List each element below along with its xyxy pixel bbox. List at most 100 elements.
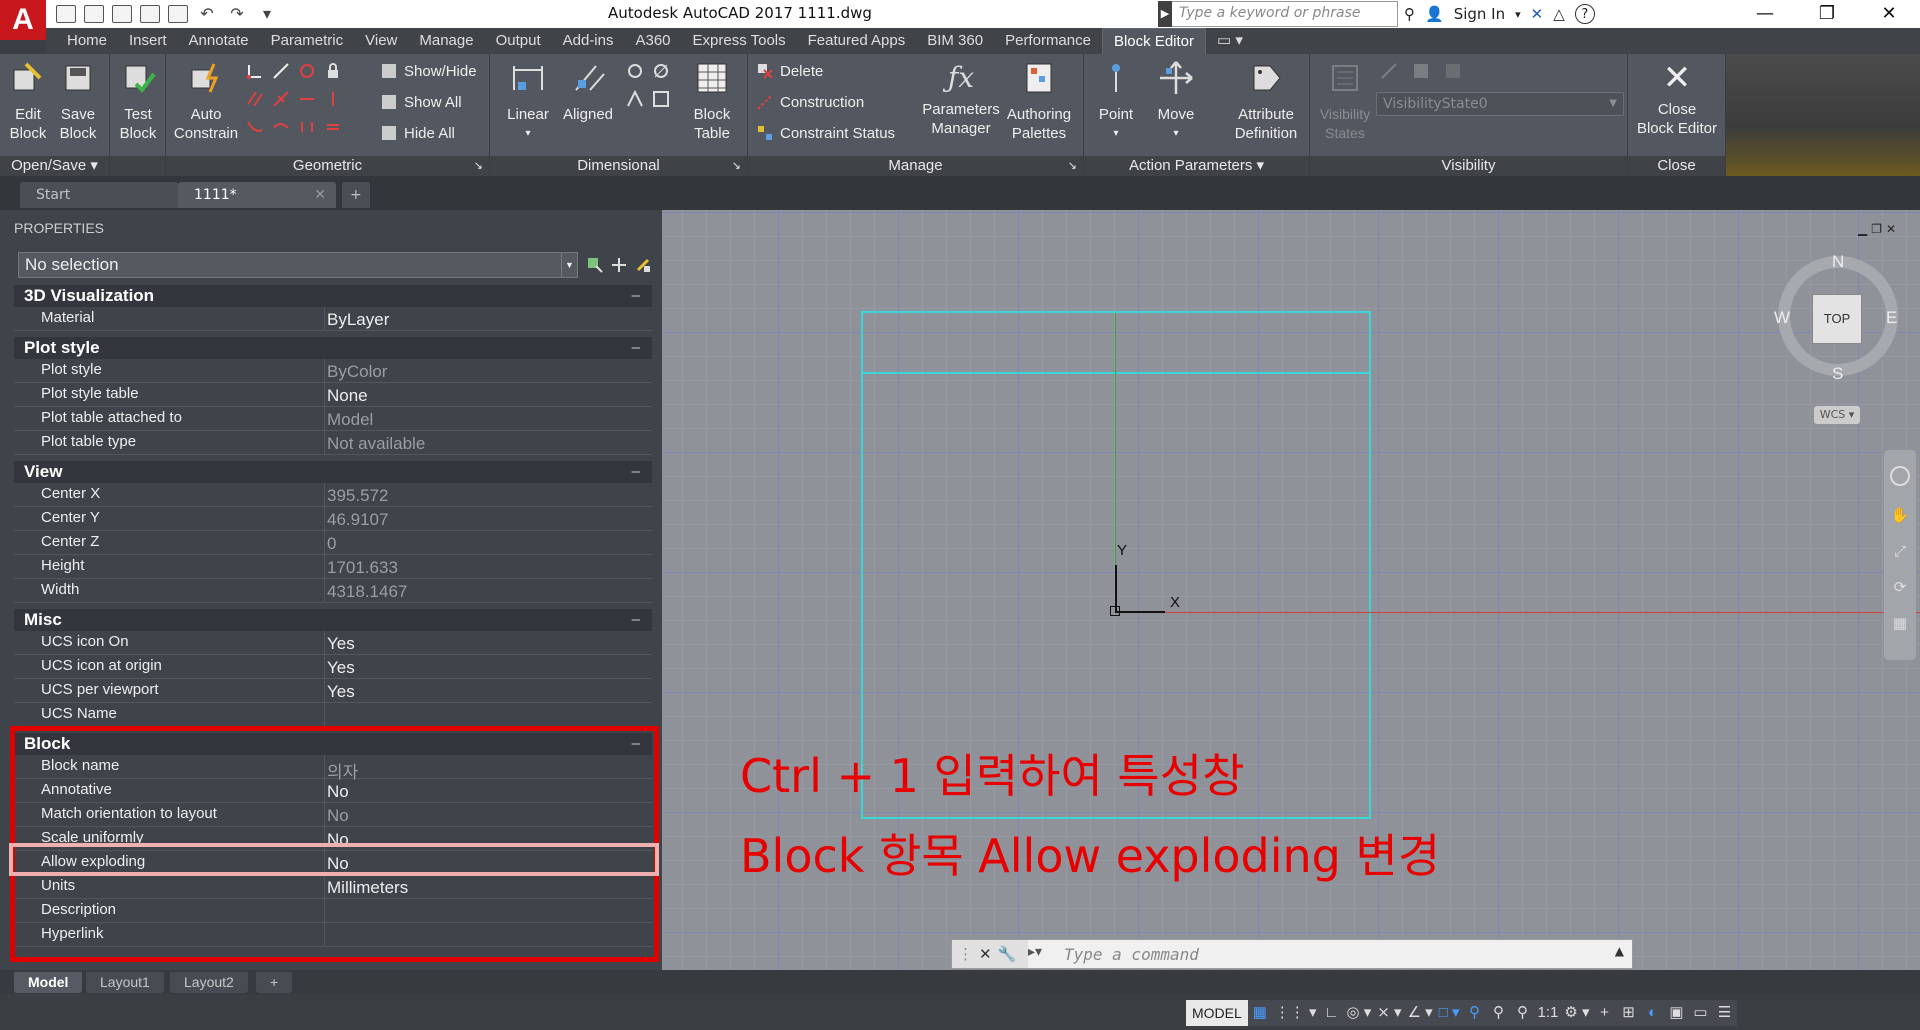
tab-output[interactable]: Output bbox=[485, 28, 552, 54]
tab-parametric[interactable]: Parametric bbox=[260, 28, 355, 54]
tab-home[interactable]: Home bbox=[56, 28, 118, 54]
compass-west[interactable]: W bbox=[1774, 308, 1790, 328]
chevron-down-icon[interactable]: ▾ bbox=[1092, 124, 1140, 143]
new-tab-button[interactable]: + bbox=[342, 182, 370, 208]
prop-row[interactable]: Plot table type Not available bbox=[14, 431, 652, 455]
new-file-icon[interactable] bbox=[56, 5, 76, 23]
section-plot-style[interactable]: Plot style – bbox=[14, 337, 652, 359]
viewport-close-icon[interactable]: ✕ bbox=[1886, 222, 1896, 236]
construction-button[interactable]: Construction bbox=[756, 93, 864, 111]
make-visible-icon[interactable] bbox=[1412, 62, 1430, 80]
undo-icon[interactable]: ↶ bbox=[196, 5, 218, 23]
qat-customize-icon[interactable]: ▾ bbox=[256, 5, 278, 23]
prop-row[interactable]: UCS Name bbox=[14, 703, 652, 727]
search-expand-icon[interactable]: ▶ bbox=[1158, 1, 1172, 27]
prop-row[interactable]: UCS icon at origin Yes bbox=[14, 655, 652, 679]
tab-manage[interactable]: Manage bbox=[408, 28, 484, 54]
tab-block-editor[interactable]: Block Editor bbox=[1101, 28, 1207, 54]
show-all-button[interactable]: Show All bbox=[380, 93, 462, 111]
ribbon-minimize-icon[interactable]: ▭ ▾ bbox=[1206, 28, 1254, 54]
attribute-definition-button[interactable]: Attribute Definition bbox=[1226, 60, 1306, 143]
close-block-editor-button[interactable]: ✕ Close Block Editor bbox=[1632, 60, 1722, 138]
tab-start[interactable]: Start bbox=[20, 182, 178, 208]
vertical-icon[interactable] bbox=[324, 90, 342, 108]
tab-current-drawing[interactable]: 1111* ✕ bbox=[178, 182, 336, 208]
radial-icon[interactable] bbox=[626, 62, 644, 80]
selection-dropdown[interactable]: No selection ▼ bbox=[18, 252, 578, 278]
equal-icon[interactable] bbox=[324, 118, 342, 136]
annotation-monitor-icon[interactable]: + bbox=[1593, 1000, 1617, 1026]
collinear-icon[interactable] bbox=[272, 62, 290, 80]
prop-row[interactable]: UCS per viewport Yes bbox=[14, 679, 652, 703]
panel-title-manage[interactable]: Manage ↘ bbox=[748, 156, 1083, 176]
parameters-manager-button[interactable]: ƒx Parameters Manager bbox=[922, 60, 1000, 138]
coincident-icon[interactable] bbox=[246, 62, 264, 80]
tab-express-tools[interactable]: Express Tools bbox=[682, 28, 797, 54]
parallel-icon[interactable] bbox=[246, 90, 264, 108]
prompt-icon[interactable]: ▸▾ bbox=[1028, 944, 1042, 960]
minimize-button[interactable]: — bbox=[1734, 0, 1796, 28]
close-tab-icon[interactable]: ✕ bbox=[314, 182, 326, 208]
save-icon[interactable] bbox=[112, 5, 132, 23]
panel-title-action-parameters[interactable]: Action Parameters ▾ bbox=[1084, 156, 1309, 176]
osnap-icon[interactable]: ⨯ ▾ bbox=[1374, 1000, 1404, 1026]
angular-icon[interactable] bbox=[626, 90, 644, 108]
hardware-acceleration-icon[interactable]: ▣ bbox=[1665, 1000, 1689, 1026]
visibility-states-button[interactable]: Visibility States bbox=[1314, 60, 1376, 143]
tab-bim-360[interactable]: BIM 360 bbox=[916, 28, 994, 54]
linear-button[interactable]: Linear ▾ bbox=[504, 60, 552, 143]
viewport-restore-icon[interactable]: ❐ bbox=[1871, 222, 1882, 236]
tab-annotate[interactable]: Annotate bbox=[178, 28, 260, 54]
prop-row[interactable]: Plot style table None bbox=[14, 383, 652, 407]
pan-icon[interactable]: ✋ bbox=[1890, 506, 1910, 526]
show-hide-button[interactable]: Show/Hide bbox=[380, 62, 477, 80]
tab-layout2[interactable]: Layout2 bbox=[170, 972, 248, 993]
visibility-state-dropdown[interactable]: VisibilityState0 ▼ bbox=[1376, 92, 1624, 116]
scale-dropdown[interactable]: 1:1 bbox=[1534, 1000, 1561, 1026]
prop-row[interactable]: Center Y 46.9107 bbox=[14, 507, 652, 531]
section-misc[interactable]: Misc – bbox=[14, 609, 652, 631]
select-objects-icon[interactable] bbox=[610, 256, 628, 274]
print-icon[interactable] bbox=[168, 5, 188, 23]
steering-wheel-icon[interactable] bbox=[1890, 466, 1910, 486]
restore-button[interactable]: ❐ bbox=[1796, 0, 1858, 28]
zoom-icon[interactable]: ⤢ bbox=[1890, 542, 1910, 562]
isolate-objects-icon[interactable]: ◐ bbox=[1641, 1000, 1665, 1026]
annotation-visibility-icon[interactable]: ⚲ bbox=[1462, 1000, 1486, 1026]
delete-constraints-button[interactable]: Delete bbox=[756, 62, 823, 80]
viewcube-top-face[interactable]: TOP bbox=[1812, 294, 1862, 344]
autocad-logo[interactable]: A bbox=[0, 0, 46, 40]
redo-icon[interactable]: ↷ bbox=[226, 5, 248, 23]
new-layout-button[interactable]: + bbox=[256, 972, 293, 993]
open-file-icon[interactable] bbox=[84, 5, 104, 23]
close-button[interactable]: ✕ bbox=[1858, 0, 1920, 28]
units-icon[interactable]: ⊞ bbox=[1617, 1000, 1641, 1026]
point-parameter-button[interactable]: Point ▾ bbox=[1092, 60, 1140, 143]
save-as-icon[interactable] bbox=[140, 5, 160, 23]
prop-row[interactable]: Material ByLayer bbox=[14, 307, 652, 331]
convert-icon[interactable] bbox=[652, 90, 670, 108]
panel-title-open-save[interactable]: Open/Save ▾ bbox=[0, 156, 109, 176]
auto-constrain-button[interactable]: Auto Constrain bbox=[170, 60, 242, 143]
section-3d-visualization[interactable]: 3D Visualization – bbox=[14, 285, 652, 307]
make-invisible-icon[interactable] bbox=[1444, 62, 1462, 80]
section-view[interactable]: View – bbox=[14, 461, 652, 483]
grid-icon[interactable]: ▦ bbox=[1248, 1000, 1272, 1026]
ortho-icon[interactable]: ∟ bbox=[1320, 1000, 1344, 1026]
annotation-scale-icon[interactable]: ⚲ bbox=[1510, 1000, 1534, 1026]
prop-row[interactable]: Center X 395.572 bbox=[14, 483, 652, 507]
smooth-icon[interactable] bbox=[272, 118, 290, 136]
panel-title-geometric[interactable]: Geometric ↘ bbox=[166, 156, 489, 176]
hide-all-button[interactable]: Hide All bbox=[380, 124, 455, 142]
workspace-gear-icon[interactable]: ⚙ ▾ bbox=[1561, 1000, 1592, 1026]
exchange-apps-icon[interactable]: ✕ bbox=[1531, 5, 1544, 23]
save-block-button[interactable]: Save Block bbox=[54, 60, 102, 143]
compass-south[interactable]: S bbox=[1832, 364, 1843, 384]
prop-row[interactable]: Center Z 0 bbox=[14, 531, 652, 555]
model-space-button[interactable]: MODEL bbox=[1186, 1000, 1248, 1026]
prop-row[interactable]: Width 4318.1467 bbox=[14, 579, 652, 603]
compass-north[interactable]: N bbox=[1832, 252, 1844, 272]
tab-model[interactable]: Model bbox=[14, 972, 83, 993]
constraint-status-button[interactable]: Constraint Status bbox=[756, 124, 895, 142]
tab-add-ins[interactable]: Add-ins bbox=[552, 28, 625, 54]
